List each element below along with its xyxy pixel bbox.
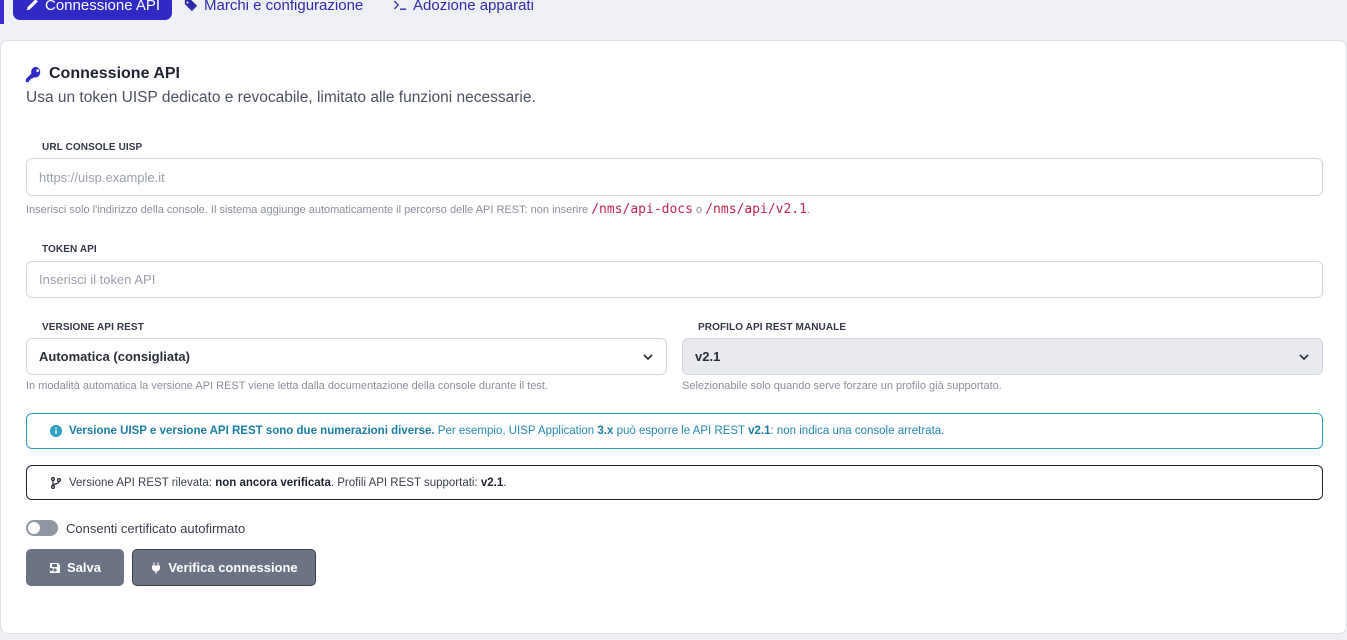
token-input[interactable] bbox=[39, 272, 1310, 287]
code-api-v21: /nms/api/v2.1 bbox=[705, 202, 807, 217]
api-status-box: Versione API REST rilevata: non ancora v… bbox=[26, 465, 1323, 500]
code-branch-icon bbox=[51, 476, 61, 489]
profile-hint: Selezionabile solo quando serve forzare … bbox=[682, 380, 1002, 392]
version-label: VERSIONE API REST bbox=[42, 322, 144, 333]
verify-connection-button[interactable]: Verifica connessione bbox=[132, 549, 316, 586]
version-select[interactable]: Automatica (consigliata) bbox=[26, 338, 667, 375]
tab-connessione-api[interactable]: Connessione API bbox=[13, 0, 173, 20]
chevron-down-icon bbox=[1299, 353, 1309, 360]
section-subtitle: Usa un token UISP dedicato e revocabile,… bbox=[26, 89, 536, 106]
terminal-icon bbox=[393, 0, 407, 10]
toggle-label: Consenti certificato autofirmato bbox=[66, 520, 246, 536]
token-field[interactable] bbox=[26, 261, 1323, 298]
code-api-docs: /nms/api-docs bbox=[591, 202, 693, 217]
save-button[interactable]: Salva bbox=[26, 549, 124, 586]
url-hint: Inserisci solo l'indirizzo della console… bbox=[26, 202, 811, 217]
url-input[interactable] bbox=[39, 169, 1310, 185]
settings-card: Connessione API Usa un token UISP dedica… bbox=[0, 40, 1347, 634]
floppy-disk-icon bbox=[49, 562, 60, 573]
version-value: Automatica (consigliata) bbox=[39, 349, 190, 364]
info-text: Versione UISP e versione API REST sono d… bbox=[69, 425, 945, 437]
tab-label: Marchi e configurazione bbox=[204, 0, 364, 14]
tab-bar: Connessione API Marchi e configurazione … bbox=[0, 0, 1347, 24]
tab-marchi-configurazione[interactable]: Marchi e configurazione bbox=[184, 0, 363, 20]
self-signed-toggle[interactable] bbox=[26, 520, 58, 536]
info-icon bbox=[50, 425, 62, 437]
self-signed-toggle-row: Consenti certificato autofirmato bbox=[26, 520, 245, 536]
tab-label: Connessione API bbox=[45, 0, 161, 14]
section-title: Connessione API bbox=[49, 65, 180, 82]
url-label: URL CONSOLE UISP bbox=[42, 142, 143, 153]
tab-label: Adozione apparati bbox=[413, 0, 534, 14]
status-text: Versione API REST rilevata: non ancora v… bbox=[69, 476, 507, 489]
profile-value: v2.1 bbox=[695, 349, 721, 364]
tab-adozione-apparati[interactable]: Adozione apparati bbox=[393, 0, 534, 20]
plug-icon bbox=[152, 562, 161, 573]
profile-label: PROFILO API REST MANUALE bbox=[698, 322, 847, 333]
tag-icon bbox=[184, 0, 198, 12]
token-label: TOKEN API bbox=[42, 244, 97, 255]
chevron-down-icon bbox=[643, 353, 653, 360]
key-icon bbox=[25, 66, 41, 82]
pencil-icon bbox=[26, 0, 38, 11]
version-hint: In modalità automatica la versione API R… bbox=[26, 380, 548, 392]
profile-select[interactable]: v2.1 bbox=[682, 338, 1323, 375]
section-heading: Connessione API bbox=[25, 65, 180, 83]
url-field[interactable] bbox=[26, 158, 1323, 196]
info-alert: Versione UISP e versione API REST sono d… bbox=[26, 413, 1323, 449]
